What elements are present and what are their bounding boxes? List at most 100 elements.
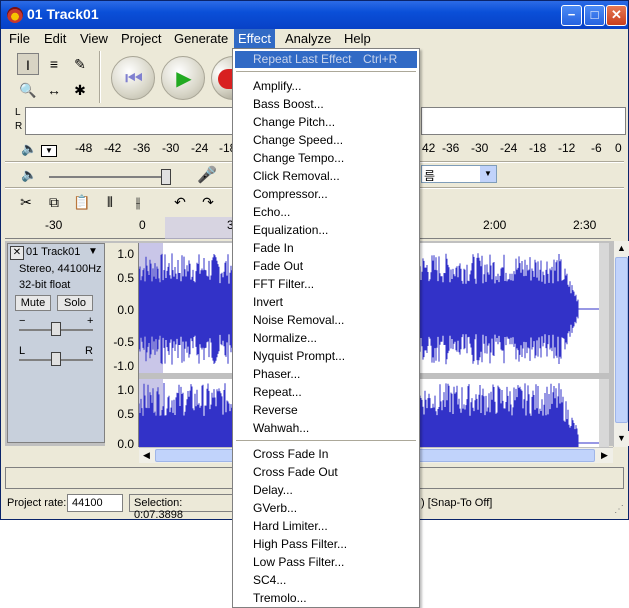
solo-button[interactable]: Solo xyxy=(57,295,93,311)
menu-item-change-tempo[interactable]: Change Tempo... xyxy=(253,151,344,165)
menu-item-cross-fade-out[interactable]: Cross Fade Out xyxy=(253,465,338,479)
menu-item-equalization[interactable]: Equalization... xyxy=(253,223,328,237)
menu-item-repeat-last-effect[interactable]: Repeat Last Effect xyxy=(253,52,352,66)
selection-readout: Selection: 0:07.3898 xyxy=(129,494,233,521)
input-source-value: 름 xyxy=(424,169,436,183)
menu-item-change-pitch[interactable]: Change Pitch... xyxy=(253,115,335,129)
paste-button[interactable]: 📋 xyxy=(71,191,93,213)
menu-item-normalize[interactable]: Normalize... xyxy=(253,331,317,345)
redo-button[interactable]: ↷ xyxy=(197,191,219,213)
gain-plus-label: + xyxy=(87,315,94,327)
track-name-button[interactable]: 01 Track01 xyxy=(26,246,80,258)
pan-slider-thumb[interactable] xyxy=(51,352,61,366)
menu-item-noise-removal[interactable]: Noise Removal... xyxy=(253,313,344,327)
level-meter-left[interactable] xyxy=(25,107,233,135)
menu-item-cross-fade-in[interactable]: Cross Fade In xyxy=(253,447,328,461)
timeshift-tool-button[interactable]: ↔ xyxy=(43,79,65,101)
menu-item-delay[interactable]: Delay... xyxy=(253,483,293,497)
minimize-button[interactable]: − xyxy=(561,5,582,26)
resize-grip-icon[interactable]: ⋰ xyxy=(614,504,624,515)
selection-tool-button[interactable]: I xyxy=(17,53,39,75)
menu-effect[interactable]: Effect xyxy=(234,29,276,49)
menu-item-invert[interactable]: Invert xyxy=(253,295,283,309)
menu-item-nyquist-prompt[interactable]: Nyquist Prompt... xyxy=(253,349,345,363)
maximize-button[interactable]: □ xyxy=(584,5,605,26)
vertical-scroll-thumb[interactable] xyxy=(615,257,628,423)
menu-item-fade-out[interactable]: Fade Out xyxy=(253,259,303,273)
menu-help[interactable]: Help xyxy=(344,31,371,46)
toolbar-separator xyxy=(99,51,101,103)
menu-view[interactable]: View xyxy=(80,31,108,46)
menu-item-compressor[interactable]: Compressor... xyxy=(253,187,328,201)
track-close-button[interactable]: ✕ xyxy=(10,246,24,260)
record-button[interactable] xyxy=(211,56,234,100)
cut-button[interactable]: ✂ xyxy=(15,191,37,213)
vruler-label: 0.0 xyxy=(117,437,134,451)
menu-item-click-removal[interactable]: Click Removal... xyxy=(253,169,340,183)
menu-item-gverb[interactable]: GVerb... xyxy=(253,501,297,515)
output-volume-slider[interactable] xyxy=(49,176,169,178)
gain-slider-thumb[interactable] xyxy=(51,322,61,336)
menu-item-fade-in[interactable]: Fade In xyxy=(253,241,294,255)
output-volume-icon: 🔈 xyxy=(21,167,38,182)
output-volume-thumb[interactable] xyxy=(161,169,171,185)
window-title: 01 Track01 xyxy=(27,6,99,22)
menu-item-wahwah[interactable]: Wahwah... xyxy=(253,421,309,435)
track-menu-chevron-icon[interactable]: ▼ xyxy=(88,246,98,257)
speaker-icon: 🔈 xyxy=(21,141,38,156)
chevron-down-icon[interactable]: ▼ xyxy=(480,166,496,182)
zoom-tool-button[interactable]: 🔍 xyxy=(17,79,39,101)
multi-tool-button[interactable]: ✱ xyxy=(69,79,91,101)
title-bar[interactable]: 01 Track01 − □ ✕ xyxy=(1,1,628,29)
input-source-select[interactable]: 름 ▼ xyxy=(421,165,497,183)
menu-separator xyxy=(236,440,416,442)
meter-scale-tick: -30 xyxy=(471,141,489,155)
menu-item-sc4[interactable]: SC4... xyxy=(253,573,286,587)
mute-button[interactable]: Mute xyxy=(15,295,51,311)
silence-button[interactable]: ⫲ xyxy=(127,191,149,213)
menu-item-echo[interactable]: Echo... xyxy=(253,205,290,219)
timeline-tick: 0 xyxy=(139,218,146,232)
undo-button[interactable]: ↶ xyxy=(169,191,191,213)
menu-separator xyxy=(236,71,416,73)
menu-bar: File Edit View Project Generate Effect A… xyxy=(1,29,628,49)
vruler-label: 1.0 xyxy=(117,247,134,261)
menu-item-phaser[interactable]: Phaser... xyxy=(253,367,300,381)
level-meter-right[interactable] xyxy=(421,107,626,135)
meter-dropdown-button[interactable]: ▼ xyxy=(41,145,57,157)
menu-file[interactable]: File xyxy=(9,31,30,46)
menu-item-change-speed[interactable]: Change Speed... xyxy=(253,133,343,147)
scroll-right-arrow[interactable]: ▶ xyxy=(597,448,612,463)
menu-item-tremolo[interactable]: Tremolo... xyxy=(253,591,307,605)
project-rate-label: Project rate: xyxy=(7,497,67,509)
scroll-down-arrow[interactable]: ▼ xyxy=(614,431,629,446)
trim-button[interactable]: ⫴ xyxy=(99,191,121,213)
rewind-button[interactable]: ⏮ xyxy=(111,56,155,100)
menu-generate[interactable]: Generate xyxy=(174,31,228,46)
menu-item-bass-boost[interactable]: Bass Boost... xyxy=(253,97,324,111)
menu-item-amplify[interactable]: Amplify... xyxy=(253,79,301,93)
vertical-scrollbar[interactable]: ▲ ▼ xyxy=(613,241,629,447)
close-button[interactable]: ✕ xyxy=(606,5,627,26)
play-button[interactable]: ▶ xyxy=(161,56,205,100)
menu-item-low-pass-filter[interactable]: Low Pass Filter... xyxy=(253,555,344,569)
draw-tool-button[interactable]: ✎ xyxy=(69,53,91,75)
menu-item-reverse[interactable]: Reverse xyxy=(253,403,298,417)
project-rate-field[interactable]: 44100 xyxy=(67,494,123,512)
scroll-up-arrow[interactable]: ▲ xyxy=(614,241,629,256)
envelope-tool-button[interactable]: ≡ xyxy=(43,53,65,75)
menu-item-repeat[interactable]: Repeat... xyxy=(253,385,302,399)
menu-item-fft-filter[interactable]: FFT Filter... xyxy=(253,277,314,291)
vruler-label: -1.0 xyxy=(113,359,134,373)
scroll-left-arrow[interactable]: ◀ xyxy=(139,448,154,463)
meter-scale-tick: -42 xyxy=(104,141,122,155)
menu-analyze[interactable]: Analyze xyxy=(285,31,331,46)
meter-scale-tick: 42 xyxy=(422,141,436,155)
vruler-label: -0.5 xyxy=(113,335,134,349)
menu-edit[interactable]: Edit xyxy=(44,31,66,46)
menu-project[interactable]: Project xyxy=(121,31,161,46)
menu-item-hard-limiter[interactable]: Hard Limiter... xyxy=(253,519,328,533)
vruler-label: 0.5 xyxy=(117,407,134,421)
copy-button[interactable]: ⧉ xyxy=(43,191,65,213)
menu-item-high-pass-filter[interactable]: High Pass Filter... xyxy=(253,537,347,551)
